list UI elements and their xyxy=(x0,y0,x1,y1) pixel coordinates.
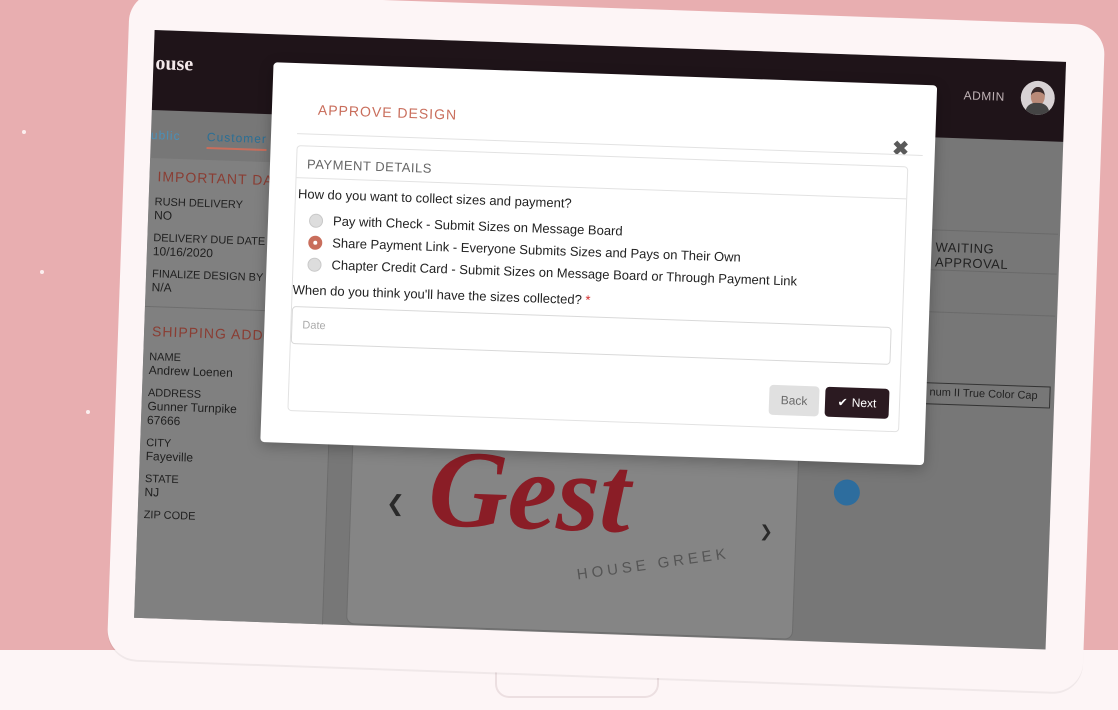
date-question-text: When do you think you'll have the sizes … xyxy=(292,282,583,308)
sparkle xyxy=(86,410,90,414)
modal-title: APPROVE DESIGN xyxy=(317,101,458,123)
date-question: When do you think you'll have the sizes … xyxy=(292,282,590,307)
payment-details-box: PAYMENT DETAILS How do you want to colle… xyxy=(287,145,909,433)
chevron-left-icon[interactable]: ❮ xyxy=(386,490,405,517)
color-swatch[interactable] xyxy=(833,479,861,506)
sparkle xyxy=(40,270,44,274)
status-badge: WAITING APPROVAL xyxy=(934,239,1009,272)
tab-public[interactable]: ublic xyxy=(151,128,181,143)
required-mark: * xyxy=(585,292,591,308)
sparkle xyxy=(22,130,26,134)
page-tabs: ublic Customer xyxy=(151,128,289,152)
radio-button[interactable] xyxy=(308,213,324,228)
approve-design-modal: APPROVE DESIGN ✖ PAYMENT DETAILS How do … xyxy=(260,62,938,466)
chevron-right-icon[interactable]: ❯ xyxy=(759,521,773,541)
date-input[interactable] xyxy=(290,306,892,365)
collect-question: How do you want to collect sizes and pay… xyxy=(297,186,572,211)
field-label: ZIP CODE xyxy=(143,508,196,523)
divider xyxy=(918,228,1059,235)
laptop-screen: ouse ADMIN ublic Customer IMPORTANT DATE… xyxy=(134,30,1067,650)
product-chip[interactable]: num II True Color Cap xyxy=(922,382,1051,409)
close-icon[interactable]: ✖ xyxy=(892,136,910,162)
laptop-frame: ouse ADMIN ublic Customer IMPORTANT DATE… xyxy=(106,0,1106,693)
check-icon: ✔ xyxy=(837,395,848,410)
back-button[interactable]: Back xyxy=(768,384,820,417)
option-pay-with-check[interactable]: Pay with Check - Submit Sizes on Message… xyxy=(308,213,623,239)
next-label: Next xyxy=(851,395,877,411)
avatar-body xyxy=(1025,102,1050,116)
radio-button[interactable] xyxy=(307,257,322,272)
radio-button-selected[interactable] xyxy=(308,235,323,250)
option-label: Pay with Check - Submit Sizes on Message… xyxy=(332,213,623,239)
divider xyxy=(915,310,1056,317)
admin-label[interactable]: ADMIN xyxy=(963,88,1005,103)
brand-logo: ouse xyxy=(155,52,194,76)
tab-customer[interactable]: Customer xyxy=(206,129,268,152)
next-button[interactable]: ✔ Next xyxy=(824,386,890,419)
avatar[interactable] xyxy=(1020,80,1056,116)
